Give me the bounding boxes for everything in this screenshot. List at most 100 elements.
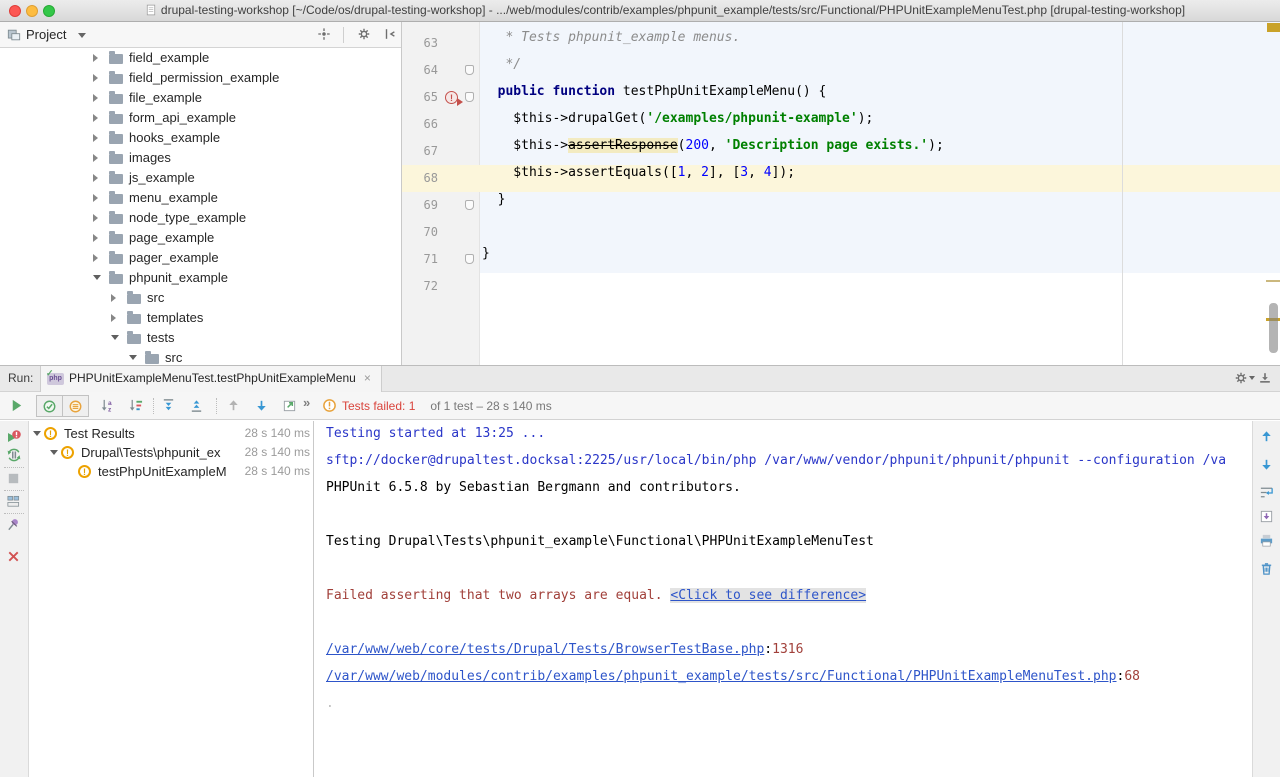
console-line: PHPUnit 6.5.8 by Sebastian Bergmann and …: [326, 480, 1252, 507]
expand-arrow-icon[interactable]: [93, 54, 98, 62]
project-tree-item[interactable]: src: [0, 348, 401, 365]
more-chevron-icon[interactable]: »: [303, 395, 310, 410]
hide-panel-icon[interactable]: [383, 27, 397, 46]
expand-arrow-icon[interactable]: [93, 214, 98, 222]
collapse-arrow-icon[interactable]: [93, 275, 101, 280]
run-tab[interactable]: php✓ PHPUnitExampleMenuTest.testPhpUnitE…: [40, 366, 382, 392]
project-tree-item[interactable]: page_example: [0, 228, 401, 248]
show-ignored-icon[interactable]: [62, 395, 89, 417]
minimize-window-icon[interactable]: [26, 5, 38, 17]
project-tree-item[interactable]: pager_example: [0, 248, 401, 268]
collapse-all-icon[interactable]: [189, 398, 204, 418]
editor-line[interactable]: 63 * Tests phpunit_example menus.: [402, 30, 1280, 57]
expand-arrow-icon[interactable]: [111, 294, 116, 302]
project-tree-item[interactable]: js_example: [0, 168, 401, 188]
clear-all-icon[interactable]: [1259, 561, 1274, 581]
expand-arrow-icon[interactable]: [93, 154, 98, 162]
expand-arrow-icon[interactable]: [93, 114, 98, 122]
expand-arrow-icon[interactable]: [93, 74, 98, 82]
editor-line[interactable]: 64 */: [402, 57, 1280, 84]
expand-arrow-icon[interactable]: [93, 234, 98, 242]
project-tree-item[interactable]: field_permission_example: [0, 68, 401, 88]
close-tab-icon[interactable]: ×: [364, 371, 371, 385]
toggle-auto-test-icon[interactable]: [6, 447, 22, 468]
document-icon: [145, 3, 157, 22]
expand-arrow-icon[interactable]: [93, 174, 98, 182]
project-tree-item[interactable]: menu_example: [0, 188, 401, 208]
collapse-arrow-icon[interactable]: [33, 431, 41, 436]
expand-arrow-icon[interactable]: [93, 94, 98, 102]
collapse-arrow-icon[interactable]: [111, 335, 119, 340]
console-file-link[interactable]: /var/www/web/modules/contrib/examples/ph…: [326, 669, 1117, 684]
hide-panel-icon[interactable]: [1258, 371, 1272, 390]
export-test-results-icon[interactable]: [282, 398, 297, 418]
sort-alphabetically-icon[interactable]: az: [100, 398, 115, 418]
collapse-arrow-icon[interactable]: [50, 450, 58, 455]
error-stripe-mark-top[interactable]: [1267, 23, 1280, 32]
rerun-icon[interactable]: [9, 398, 24, 418]
scroll-to-end-icon[interactable]: [1259, 509, 1274, 529]
editor-line[interactable]: 68 $this->assertEquals([1, 2], [3, 4]);: [402, 165, 1280, 192]
project-tree-item[interactable]: templates: [0, 308, 401, 328]
error-stripe-mark[interactable]: [1266, 280, 1280, 282]
expand-arrow-icon[interactable]: [93, 254, 98, 262]
console-file-link[interactable]: /var/www/web/core/tests/Drupal/Tests/Bro…: [326, 642, 764, 657]
expand-all-icon[interactable]: [161, 398, 176, 418]
expand-arrow-icon[interactable]: [111, 314, 116, 322]
settings-gear-icon[interactable]: [1234, 371, 1248, 390]
fold-marker-icon[interactable]: [465, 65, 474, 75]
expand-arrow-icon[interactable]: [93, 134, 98, 142]
prev-occurrence-icon[interactable]: [1259, 429, 1274, 449]
console-output[interactable]: Testing started at 13:25 ...sftp://docke…: [314, 421, 1252, 777]
zoom-window-icon[interactable]: [43, 5, 55, 17]
sort-by-duration-icon[interactable]: [128, 398, 143, 418]
test-result-row[interactable]: !Drupal\Tests\phpunit_ex28 s 140 ms: [30, 443, 313, 462]
print-icon[interactable]: [1259, 533, 1274, 553]
folder-icon: [109, 94, 123, 104]
settings-gear-icon[interactable]: [357, 27, 371, 46]
collapse-arrow-icon[interactable]: [129, 355, 137, 360]
fold-marker-icon[interactable]: [465, 200, 474, 210]
pin-tab-icon[interactable]: [6, 517, 21, 537]
previous-failed-test-icon[interactable]: [226, 398, 241, 418]
next-failed-test-icon[interactable]: [254, 398, 269, 418]
project-tree-item[interactable]: field_example: [0, 48, 401, 68]
rerun-failed-test-icon[interactable]: !: [445, 91, 458, 104]
editor-line[interactable]: 72: [402, 273, 1280, 300]
chevron-down-icon[interactable]: [78, 33, 86, 38]
code-editor[interactable]: 63 * Tests phpunit_example menus.64 */65…: [402, 22, 1280, 365]
test-result-row[interactable]: !Test Results28 s 140 ms: [30, 424, 313, 443]
editor-line[interactable]: 67 $this->assertResponse(200, 'Descripti…: [402, 138, 1280, 165]
editor-line[interactable]: 70: [402, 219, 1280, 246]
restore-layout-icon[interactable]: [6, 494, 21, 514]
editor-line[interactable]: 65! public function testPhpUnitExampleMe…: [402, 84, 1280, 111]
fold-marker-icon[interactable]: [465, 92, 474, 102]
test-result-label: Test Results: [64, 424, 233, 443]
test-result-row[interactable]: !testPhpUnitExampleM28 s 140 ms: [30, 462, 313, 481]
project-tree-item[interactable]: file_example: [0, 88, 401, 108]
expand-arrow-icon[interactable]: [93, 194, 98, 202]
select-opened-file-icon[interactable]: [317, 27, 331, 46]
editor-line[interactable]: 71}: [402, 246, 1280, 273]
fold-marker-icon[interactable]: [465, 254, 474, 264]
project-tree-item-label: pager_example: [129, 248, 219, 268]
editor-line[interactable]: 66 $this->drupalGet('/examples/phpunit-e…: [402, 111, 1280, 138]
soft-wrap-icon[interactable]: [1259, 485, 1274, 505]
close-window-icon[interactable]: [9, 5, 21, 17]
project-tree-item[interactable]: src: [0, 288, 401, 308]
next-occurrence-icon[interactable]: [1259, 457, 1274, 477]
folder-icon: [109, 214, 123, 224]
project-tree-item[interactable]: tests: [0, 328, 401, 348]
see-difference-link[interactable]: <Click to see difference>: [670, 588, 866, 603]
test-status: Tests failed: 1 of 1 test – 28 s 140 ms: [322, 398, 337, 414]
project-tree-item[interactable]: hooks_example: [0, 128, 401, 148]
editor-line[interactable]: 69 }: [402, 192, 1280, 219]
project-tree-item[interactable]: images: [0, 148, 401, 168]
project-tree-item[interactable]: phpunit_example: [0, 268, 401, 288]
editor-scrollbar-thumb[interactable]: [1269, 303, 1278, 353]
project-tree-item[interactable]: node_type_example: [0, 208, 401, 228]
project-tree-item[interactable]: form_api_example: [0, 108, 401, 128]
project-header-label[interactable]: Project: [26, 22, 66, 47]
show-passed-icon[interactable]: [36, 395, 63, 417]
close-icon[interactable]: [6, 549, 21, 569]
